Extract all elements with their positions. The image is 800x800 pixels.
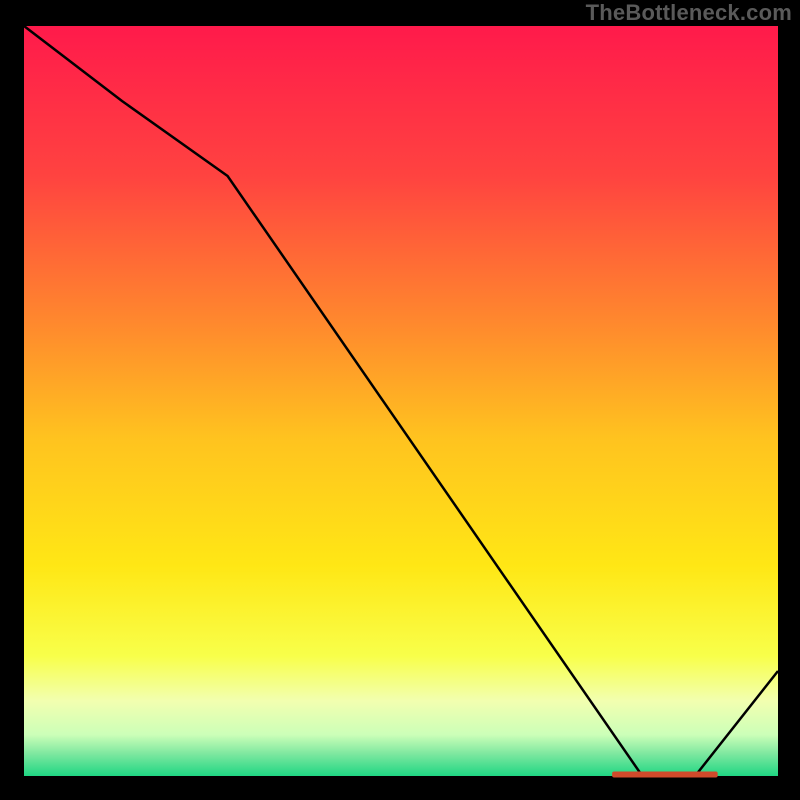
bottleneck-chart [0, 0, 800, 800]
plot-background [24, 26, 778, 776]
highlight-band [612, 772, 718, 778]
chart-root: TheBottleneck.com [0, 0, 800, 800]
